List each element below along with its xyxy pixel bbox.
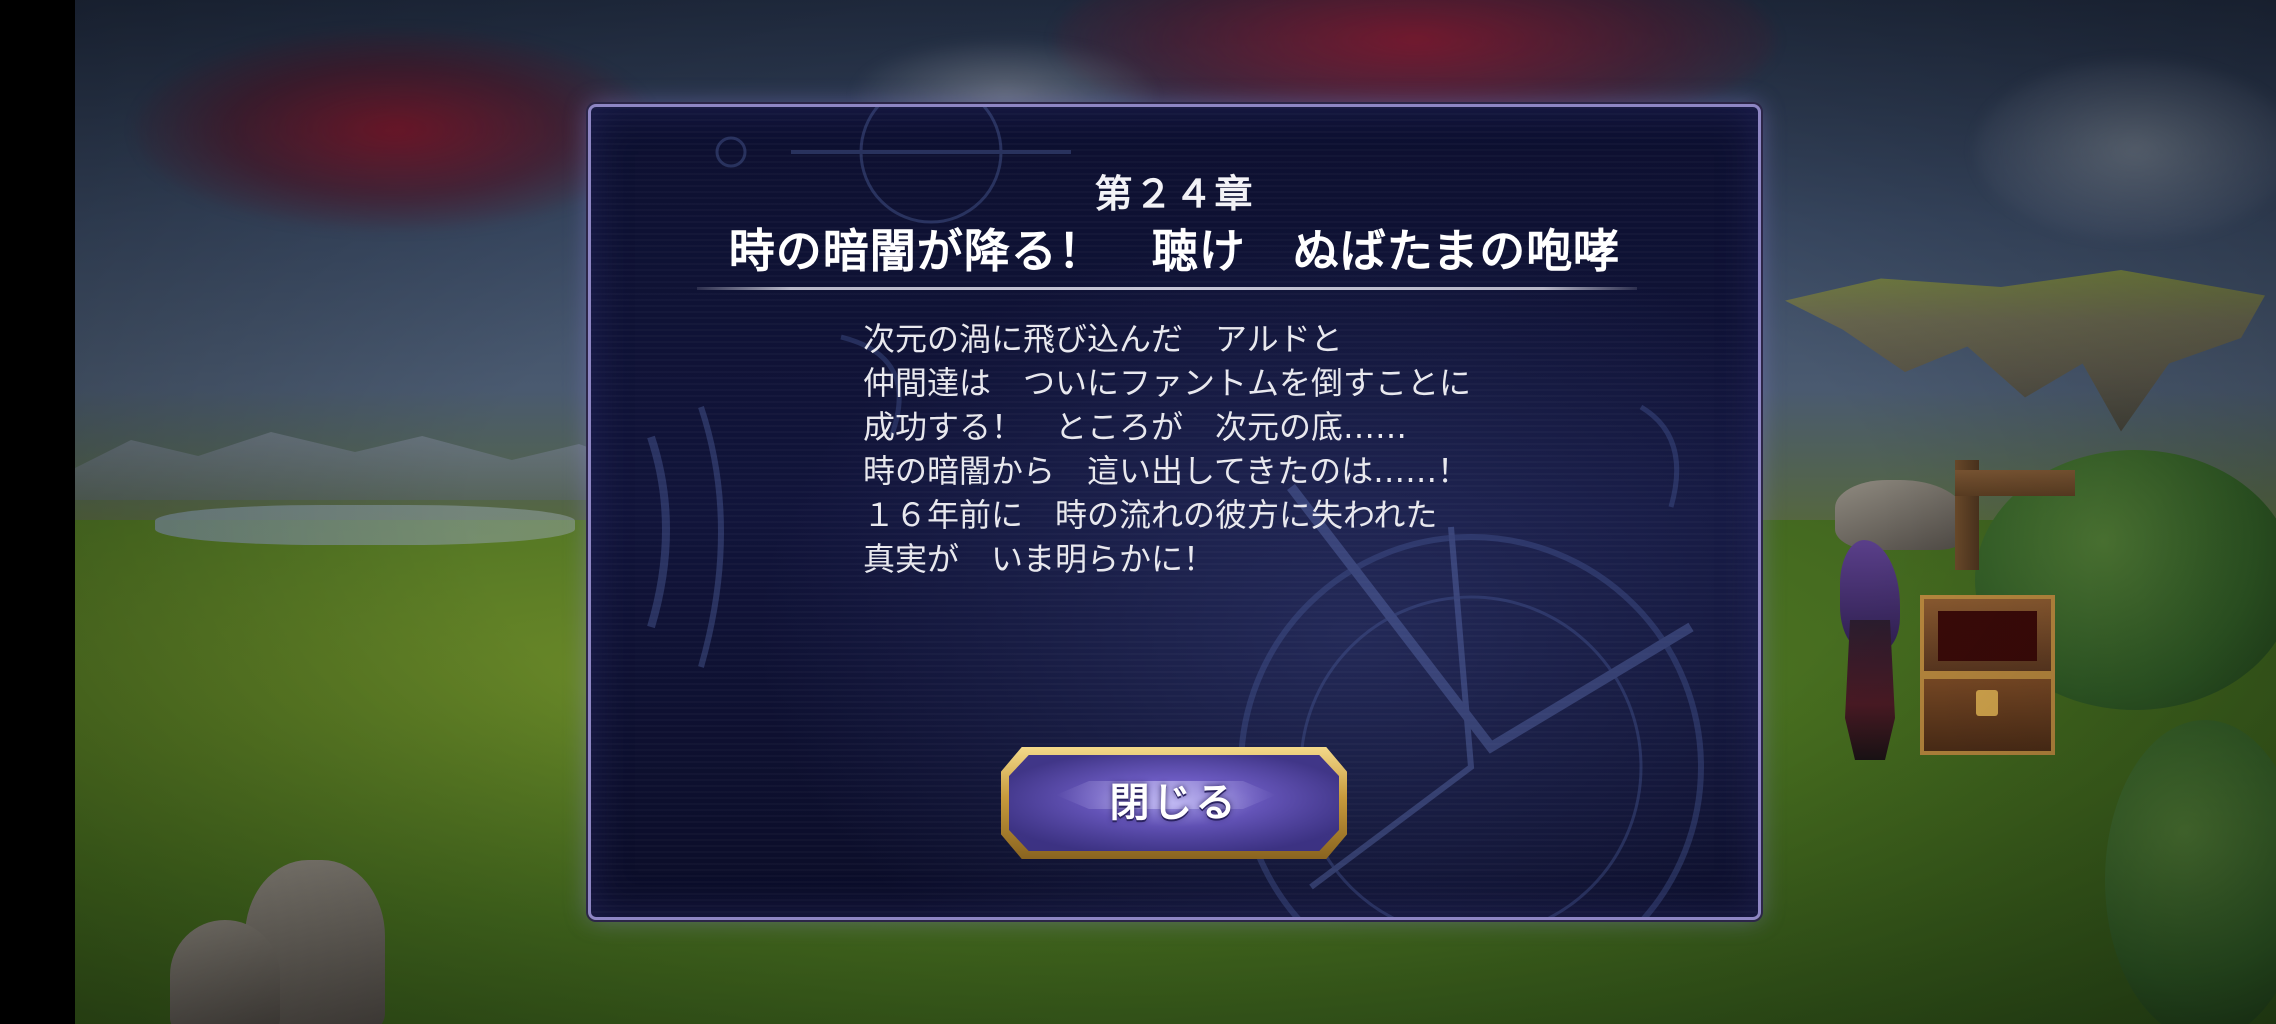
red-cloud xyxy=(135,30,655,230)
chapter-title: 時の暗闇が降る！ 聴け ぬばたまの咆哮 xyxy=(728,224,1621,278)
floating-island xyxy=(1785,270,2265,432)
synopsis-line: 成功する！ ところが 次元の底…… xyxy=(863,408,1408,446)
close-button[interactable]: 閉じる xyxy=(1001,747,1347,859)
boulder xyxy=(170,920,280,1024)
synopsis-line: 真実が いま明らかに！ xyxy=(863,540,1216,578)
chapter-synopsis: 次元の渦に飛び込んだ アルドと 仲間達は ついにファントムを倒すことに 成功する… xyxy=(863,317,1563,581)
chapter-number: 第２４章 xyxy=(1094,171,1255,216)
close-button-label: 閉じる xyxy=(1109,779,1239,826)
grey-cloud xyxy=(1975,60,2276,240)
synopsis-line: １６年前に 時の流れの彼方に失われた xyxy=(863,496,1438,534)
synopsis-line: 仲間達は ついにファントムを倒すことに xyxy=(863,364,1472,402)
game-screen: 第２４章 時の暗闇が降る！ 聴け ぬばたまの咆哮 次元の渦に飛び込んだ アルドと… xyxy=(0,0,2276,1024)
character-body xyxy=(1845,620,1895,760)
title-divider xyxy=(697,287,1637,290)
left-black-bar xyxy=(0,0,75,1024)
lake xyxy=(155,505,575,545)
chest-interior xyxy=(1938,611,2037,661)
treasure-chest-icon xyxy=(1920,595,2055,755)
chapter-dialog: 第２４章 時の暗闇が降る！ 聴け ぬばたまの咆哮 次元の渦に飛び込んだ アルドと… xyxy=(588,104,1761,920)
signpost-board xyxy=(1955,470,2075,496)
synopsis-line: 時の暗闇から 這い出してきたのは……！ xyxy=(863,452,1470,490)
chest-lock xyxy=(1976,690,1998,716)
distant-mountains xyxy=(75,432,635,500)
player-character xyxy=(1840,540,1910,780)
synopsis-line: 次元の渦に飛び込んだ アルドと xyxy=(863,320,1343,358)
